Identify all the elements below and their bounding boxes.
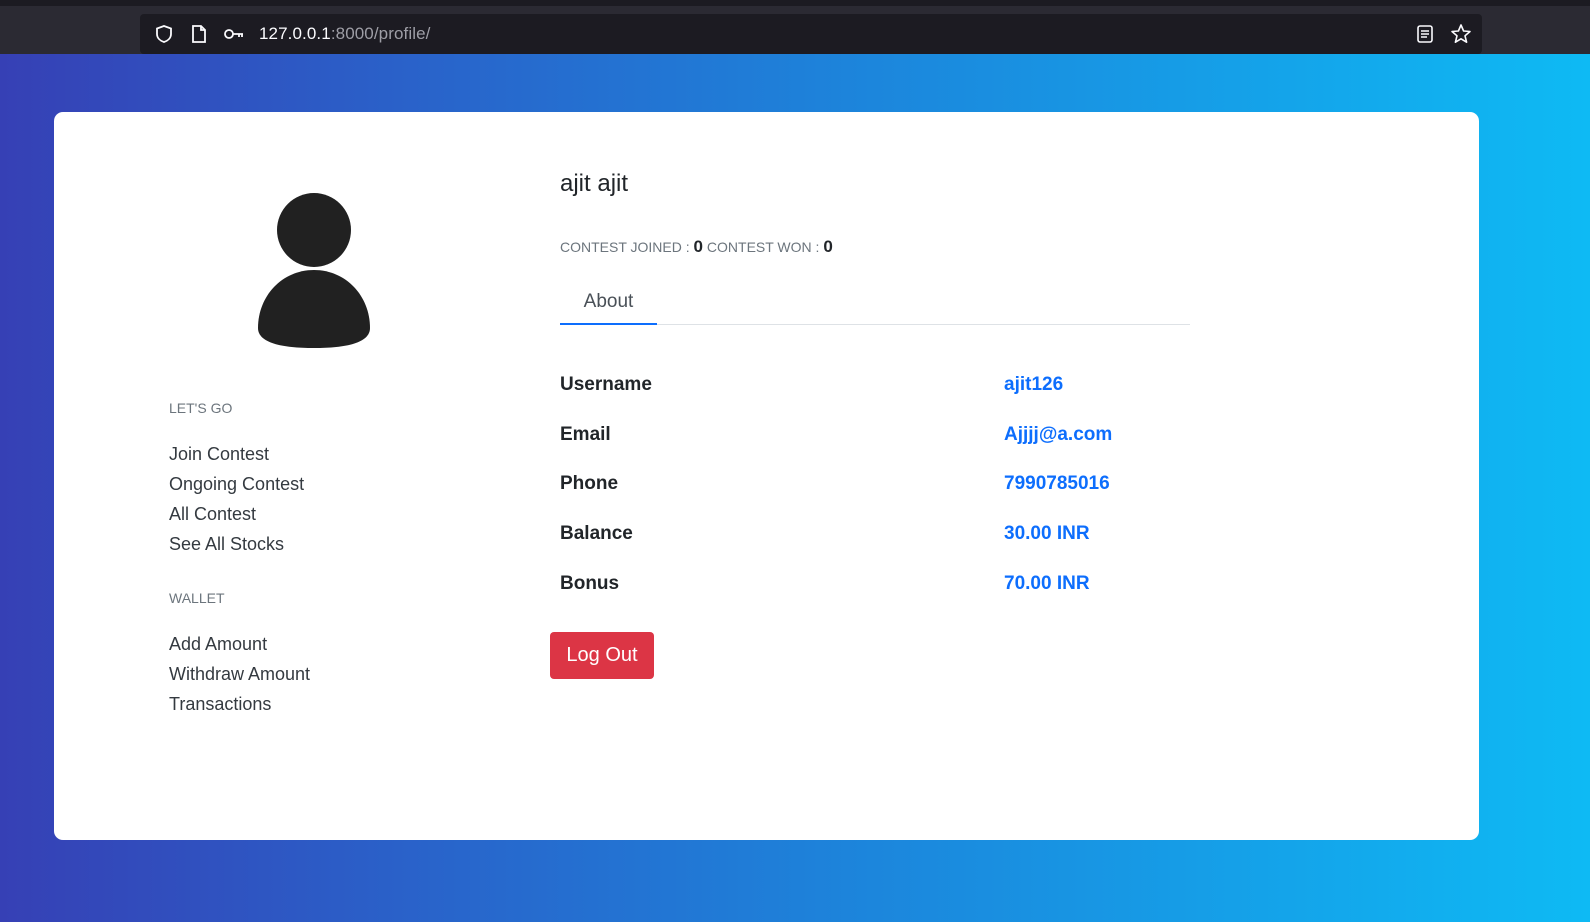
contest-joined-value: 0 (693, 237, 704, 256)
browser-toolbar: 127.0.0.1:8000/profile/ (0, 0, 1590, 54)
menu-item-withdraw-amount[interactable]: Withdraw Amount (169, 662, 310, 692)
info-label: Phone (560, 473, 619, 494)
avatar-icon (256, 192, 372, 352)
menu-item-transactions[interactable]: Transactions (169, 692, 310, 722)
section-title-wallet: WALLET (169, 590, 225, 606)
info-row-bonus: Bonus 70.00 INR (560, 573, 1160, 603)
lets-go-menu: Join Contest Ongoing Contest All Contest… (169, 442, 304, 562)
wallet-menu: Add Amount Withdraw Amount Transactions (169, 632, 310, 722)
shield-icon[interactable] (153, 23, 175, 45)
menu-item-all-contest[interactable]: All Contest (169, 502, 304, 532)
info-value: Ajjjj@a.com (1004, 424, 1113, 445)
profile-name: ajit ajit (560, 170, 629, 197)
menu-item-see-all-stocks[interactable]: See All Stocks (169, 532, 304, 562)
menu-item-join-contest[interactable]: Join Contest (169, 442, 304, 472)
info-value: ajit126 (1004, 374, 1064, 395)
bookmark-star-icon[interactable] (1450, 23, 1472, 45)
menu-item-add-amount[interactable]: Add Amount (169, 632, 310, 662)
url-text[interactable]: 127.0.0.1:8000/profile/ (259, 24, 431, 44)
info-row-balance: Balance 30.00 INR (560, 523, 1160, 553)
info-label: Balance (560, 523, 633, 544)
info-label: Email (560, 424, 611, 445)
contest-joined-label: CONTEST JOINED : (560, 239, 690, 255)
contest-stats: CONTEST JOINED : 0 CONTEST WON : 0 (560, 237, 833, 257)
url-path: :8000/profile/ (330, 24, 431, 43)
key-icon[interactable] (223, 23, 245, 45)
profile-card: LET'S GO Join Contest Ongoing Contest Al… (54, 112, 1479, 840)
contest-won-label: CONTEST WON : (706, 239, 820, 255)
info-value: 7990785016 (1004, 473, 1110, 494)
reader-view-icon[interactable] (1414, 23, 1436, 45)
contest-won-value: 0 (823, 237, 833, 256)
info-row-phone: Phone 7990785016 (560, 473, 1160, 503)
logout-button[interactable]: Log Out (550, 632, 654, 679)
profile-tabs: About (560, 287, 1190, 325)
page-icon[interactable] (188, 23, 210, 45)
info-label: Username (560, 374, 652, 395)
info-value: 70.00 INR (1004, 573, 1090, 594)
address-bar[interactable]: 127.0.0.1:8000/profile/ (140, 14, 1482, 54)
info-row-username: Username ajit126 (560, 374, 1160, 404)
info-row-email: Email Ajjjj@a.com (560, 424, 1160, 454)
info-value: 30.00 INR (1004, 523, 1090, 544)
info-label: Bonus (560, 573, 620, 594)
menu-item-ongoing-contest[interactable]: Ongoing Contest (169, 472, 304, 502)
section-title-lets-go: LET'S GO (169, 400, 233, 416)
tab-about[interactable]: About (560, 287, 657, 325)
url-host: 127.0.0.1 (259, 24, 331, 43)
